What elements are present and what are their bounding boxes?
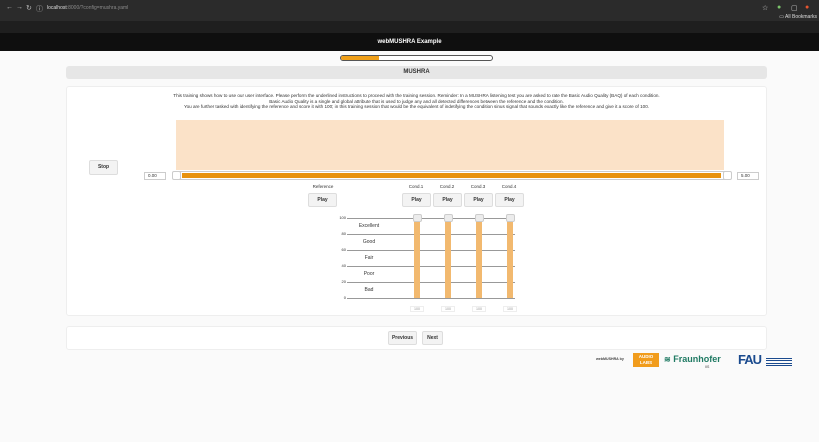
site-info-icon[interactable]: ⓘ: [36, 4, 43, 14]
play-reference-button[interactable]: Play: [308, 193, 337, 207]
cond4-rating-value[interactable]: 100: [503, 306, 517, 312]
address-bar[interactable]: localhost:8000/?config=mushra.yaml: [47, 5, 128, 11]
cond1-rating-value[interactable]: 100: [410, 306, 424, 312]
scale-tick: 20: [341, 279, 346, 284]
loop-end-handle[interactable]: [723, 171, 732, 180]
progress-fill: [341, 56, 379, 60]
downloads-icon[interactable]: ▢: [791, 4, 798, 12]
fraunhofer-sub: IIS: [705, 365, 710, 369]
cond2-rating-slider[interactable]: [443, 214, 453, 222]
scale-label-bad: Bad: [364, 287, 374, 293]
url-path: :8000/?config=mushra.yaml: [66, 5, 129, 11]
stop-button[interactable]: Stop: [89, 160, 118, 175]
scale-tick: 60: [341, 247, 346, 252]
fraunhofer-logo: ≋ Fraunhofer: [664, 354, 721, 364]
cond3-rating-slider[interactable]: [474, 214, 484, 222]
scale-gridline: [347, 298, 515, 299]
next-button[interactable]: Next: [422, 331, 443, 345]
scale-label-excellent: Excellent: [358, 223, 380, 229]
scale-tick: 40: [341, 263, 346, 268]
scale-tick: 0: [343, 295, 346, 300]
scale-gridline: [347, 234, 515, 235]
section-title: MUSHRA: [403, 69, 430, 75]
fraunhofer-text: Fraunhofer: [673, 354, 721, 364]
cond3-rating-fill: [476, 218, 482, 298]
cond4-rating-slider[interactable]: [505, 214, 515, 222]
loop-end-field[interactable]: 5.00: [737, 172, 759, 180]
loop-range-fill: [182, 173, 721, 178]
fraunhofer-stripes-icon: ≋: [664, 355, 671, 364]
star-icon[interactable]: ☆: [762, 4, 768, 12]
fau-wordmark: [766, 356, 792, 366]
loop-range-slider[interactable]: [172, 171, 732, 180]
scale-gridline: [347, 218, 515, 219]
scale-label-fair: Fair: [364, 255, 374, 261]
waveform-display[interactable]: [176, 120, 724, 170]
play-cond4-button[interactable]: Play: [495, 193, 524, 207]
cond2-rating-value[interactable]: 100: [441, 306, 455, 312]
reload-icon[interactable]: ↻: [26, 4, 32, 12]
instructions: This training shows how to use our user …: [66, 93, 767, 110]
cond1-rating-slider[interactable]: [412, 214, 422, 222]
audiolabs-logo: AUDIO LABS: [633, 353, 659, 367]
loop-start-handle[interactable]: [172, 171, 181, 180]
previous-button[interactable]: Previous: [388, 331, 417, 345]
bookmarks-label: All Bookmarks: [785, 14, 817, 20]
fau-logo: FAU: [738, 352, 762, 367]
test-progress-bar: [340, 55, 493, 61]
forward-icon[interactable]: →: [16, 4, 23, 11]
all-bookmarks[interactable]: ▭ All Bookmarks: [779, 14, 817, 20]
scale-label-poor: Poor: [363, 271, 375, 277]
reference-label: Reference: [312, 184, 334, 189]
cond4-rating-fill: [507, 218, 513, 298]
extensions-icon[interactable]: ●: [777, 4, 781, 11]
loop-start-field[interactable]: 0.00: [144, 172, 166, 180]
cond2-rating-fill: [445, 218, 451, 298]
browser-toolbar: ← → ↻ ⓘ localhost:8000/?config=mushra.ya…: [0, 0, 819, 21]
cond4-label: Cond.4: [501, 184, 517, 189]
powered-by-text: webMUSHRA by: [596, 357, 624, 361]
scale-tick: 100: [339, 215, 346, 220]
instruction-line-3: You are further tasked with identifying …: [183, 104, 650, 110]
play-cond1-button[interactable]: Play: [402, 193, 431, 207]
url-host: localhost: [47, 5, 67, 11]
folder-icon: ▭: [779, 14, 784, 20]
section-header: MUSHRA: [66, 66, 767, 79]
app-title: webMUSHRA Example: [377, 39, 442, 45]
cond3-rating-value[interactable]: 100: [472, 306, 486, 312]
play-cond3-button[interactable]: Play: [464, 193, 493, 207]
app-header-top: [0, 21, 819, 33]
scale-gridline: [347, 282, 515, 283]
scale-gridline: [347, 250, 515, 251]
scale-label-good: Good: [362, 239, 376, 245]
scale-tick: 80: [341, 231, 346, 236]
back-icon[interactable]: ←: [6, 4, 13, 11]
play-cond2-button[interactable]: Play: [433, 193, 462, 207]
audiolabs-text-2: LABS: [639, 360, 653, 365]
scale-gridline: [347, 266, 515, 267]
profile-icon[interactable]: ●: [805, 4, 809, 11]
cond1-rating-fill: [414, 218, 420, 298]
